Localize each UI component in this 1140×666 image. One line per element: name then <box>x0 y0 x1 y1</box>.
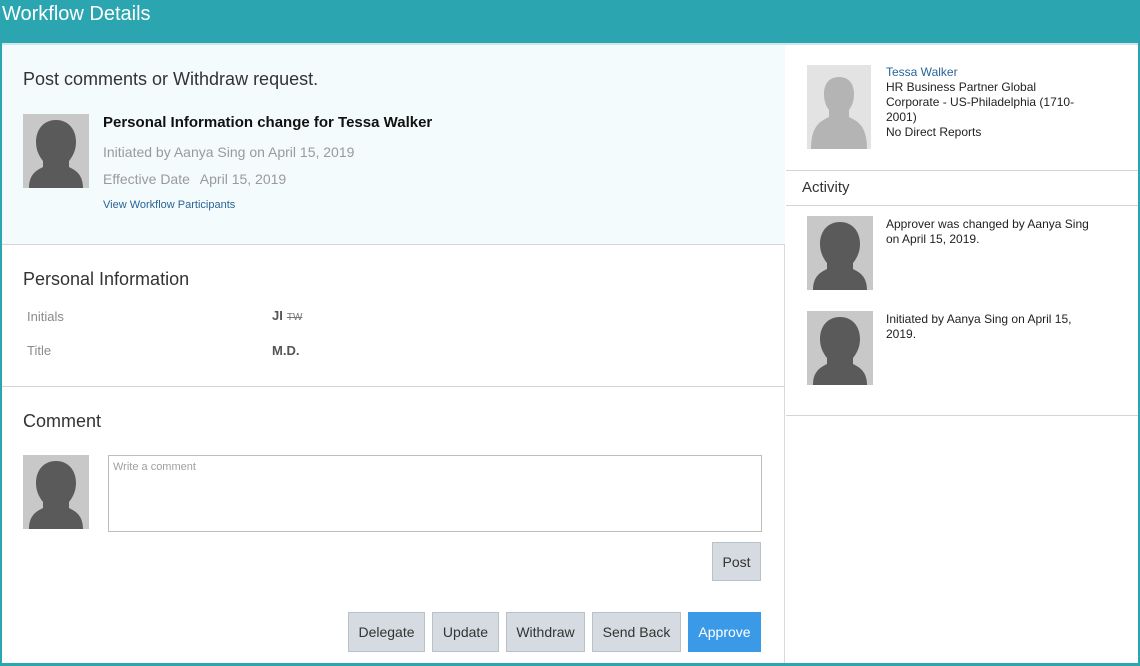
activity-item-line1: Approver was changed by Aanya Sing <box>886 217 1089 231</box>
effective-date-value: April 15, 2019 <box>199 171 287 187</box>
post-button[interactable]: Post <box>712 542 761 581</box>
main-column: Post comments or Withdraw request. Perso… <box>2 45 785 663</box>
effective-date-row: Effective Date April 15, 2019 <box>103 171 286 187</box>
comment-input[interactable] <box>108 455 762 532</box>
activity-heading: Activity <box>802 179 850 196</box>
delegate-button[interactable]: Delegate <box>348 612 425 652</box>
view-workflow-participants-link[interactable]: View Workflow Participants <box>103 199 235 211</box>
request-heading: Post comments or Withdraw request. <box>23 69 319 89</box>
divider <box>786 415 1138 416</box>
subject-reports: No Direct Reports <box>886 125 982 139</box>
request-header: Post comments or Withdraw request. Perso… <box>2 45 785 245</box>
effective-date-label: Effective Date <box>103 171 190 187</box>
subject-avatar-icon <box>807 65 871 149</box>
initials-old-value: TW <box>286 312 303 323</box>
subject-role-line2: Corporate - US-Philadelphia (1710- <box>886 95 1075 109</box>
send-back-button[interactable]: Send Back <box>592 612 681 652</box>
initiated-text: Initiated by Aanya Sing on April 15, 201… <box>103 144 355 160</box>
window-title: Workflow Details <box>0 0 1140 43</box>
activity-item-line2: on April 15, 2019. <box>886 232 980 246</box>
subject-name-link[interactable]: Tessa Walker <box>886 65 1074 80</box>
initials-label: Initials <box>27 309 64 324</box>
activity-avatar-icon <box>807 311 873 385</box>
activity-item: Approver was changed by Aanya Sing on Ap… <box>886 217 1089 247</box>
current-user-avatar-icon <box>23 455 89 529</box>
workflow-panel: Post comments or Withdraw request. Perso… <box>2 43 1138 663</box>
approve-button[interactable]: Approve <box>688 612 761 652</box>
subject-info: Tessa Walker HR Business Partner Global … <box>886 65 1074 140</box>
initials-value-row: JI TW <box>272 308 302 323</box>
title-value: M.D. <box>272 343 300 358</box>
activity-item: Initiated by Aanya Sing on April 15, 201… <box>886 312 1071 342</box>
initials-new-value: JI <box>272 308 283 323</box>
withdraw-button[interactable]: Withdraw <box>506 612 585 652</box>
comment-heading: Comment <box>23 411 102 431</box>
initiator-avatar-icon <box>23 114 89 188</box>
update-button[interactable]: Update <box>432 612 499 652</box>
divider <box>786 205 1138 206</box>
subject-role-line3: 2001) <box>886 110 917 124</box>
divider <box>786 170 1138 171</box>
title-label: Title <box>27 343 52 358</box>
request-title: Personal Information change for Tessa Wa… <box>103 114 433 131</box>
personal-information-heading: Personal Information <box>23 269 190 289</box>
side-column: Tessa Walker HR Business Partner Global … <box>786 45 1138 663</box>
subject-role-line1: HR Business Partner Global <box>886 80 1037 94</box>
activity-item-line1: Initiated by Aanya Sing on April 15, <box>886 312 1072 326</box>
activity-avatar-icon <box>807 216 873 290</box>
activity-item-line2: 2019. <box>886 327 917 341</box>
personal-information-section: Personal Information Initials JI TW Title… <box>2 245 785 387</box>
